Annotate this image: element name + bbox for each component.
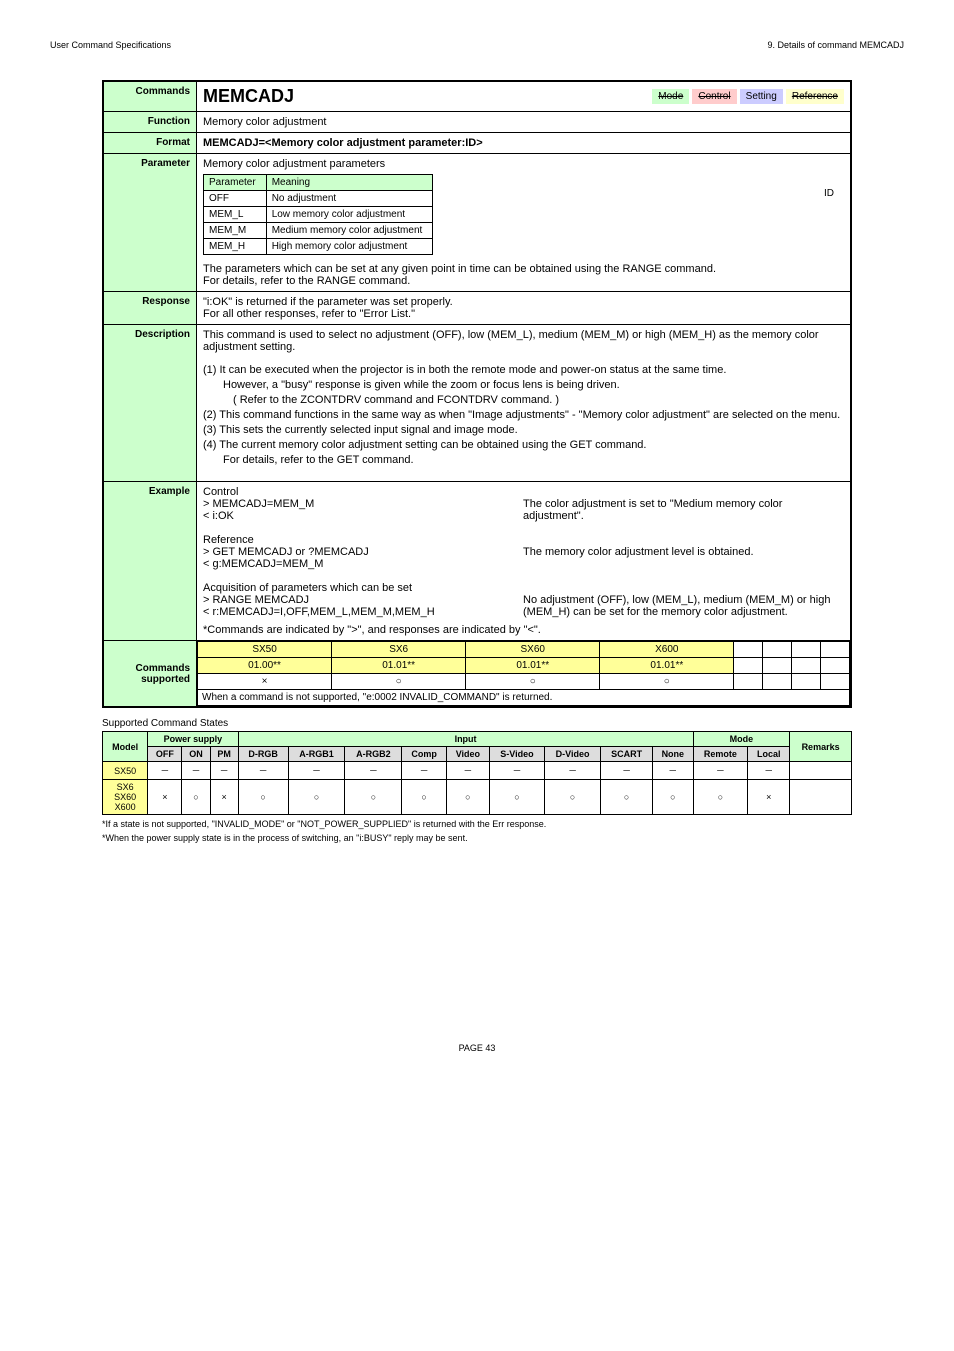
param-intro: Memory color adjustment parameters	[203, 158, 844, 170]
example-control-label: Control	[203, 486, 844, 498]
page-header: User Command Specifications 9. Details o…	[50, 40, 904, 50]
supported-states-table: Model Power supply Input Mode Remarks OF…	[102, 731, 852, 815]
example-footnote: *Commands are indicated by ">", and resp…	[203, 624, 844, 636]
tag-mode: Mode	[652, 89, 689, 104]
command-spec-table: Commands MEMCADJ Mode Control Setting Re…	[102, 80, 852, 708]
label-example: Example	[103, 482, 197, 641]
param-th1: Parameter	[204, 175, 267, 191]
example-ref-label: Reference	[203, 534, 844, 546]
label-response: Response	[103, 292, 197, 325]
label-function: Function	[103, 112, 197, 133]
state-foot2: *When the power supply state is in the p…	[102, 833, 852, 843]
function-text: Memory color adjustment	[197, 112, 852, 133]
example-acq-label: Acquisition of parameters which can be s…	[203, 582, 844, 594]
desc-intro: This command is used to select no adjust…	[203, 329, 844, 353]
param-th2: Meaning	[266, 175, 433, 191]
desc-list: (1) It can be executed when the projecto…	[203, 364, 844, 466]
label-parameter: Parameter	[103, 154, 197, 292]
param-note2: For details, refer to the RANGE command.	[203, 275, 844, 287]
supported-states-title: Supported Command States	[102, 718, 852, 729]
label-commands-supported: Commands supported	[103, 641, 197, 708]
format-text: MEMCADJ=<Memory color adjustment paramet…	[197, 133, 852, 154]
label-format: Format	[103, 133, 197, 154]
id-label: ID	[824, 188, 834, 199]
response-line1: "i:OK" is returned if the parameter was …	[203, 296, 844, 308]
tag-reference: Reference	[786, 89, 844, 104]
state-foot1: *If a state is not supported, "INVALID_M…	[102, 819, 852, 829]
page-number: PAGE 43	[50, 1043, 904, 1053]
param-table: ParameterMeaning OFFNo adjustment MEM_LL…	[203, 174, 433, 255]
command-name: MEMCADJ	[203, 86, 294, 107]
response-line2: For all other responses, refer to "Error…	[203, 308, 844, 320]
label-description: Description	[103, 325, 197, 482]
commands-supported-table: SX50 SX6 SX60 X600 01.00** 01.01** 01.01…	[197, 641, 850, 706]
param-note1: The parameters which can be set at any g…	[203, 263, 844, 275]
label-commands: Commands	[103, 81, 197, 112]
header-right: 9. Details of command MEMCADJ	[767, 40, 904, 50]
header-left: User Command Specifications	[50, 40, 171, 50]
tag-control: Control	[692, 89, 736, 104]
tag-setting: Setting	[740, 89, 783, 104]
